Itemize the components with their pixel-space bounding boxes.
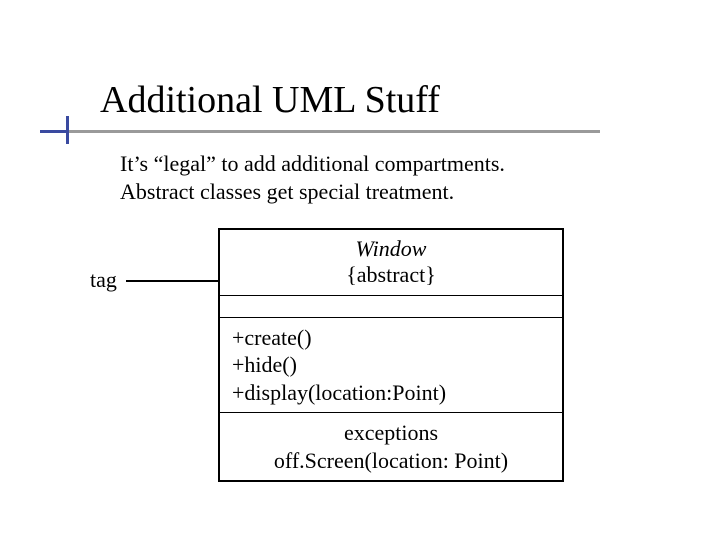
subtitle-line-1: It’s “legal” to add additional compartme…	[120, 150, 505, 178]
title-underline	[40, 130, 600, 133]
uml-extra-line: off.Screen(location: Point)	[232, 447, 550, 475]
uml-attributes-compartment	[220, 295, 562, 317]
subtitle-line-2: Abstract classes get special treatment.	[120, 178, 505, 206]
uml-class-box: Window {abstract} +create() +hide() +dis…	[218, 228, 564, 482]
uml-class-name: Window	[232, 236, 550, 262]
uml-operation: +hide()	[232, 351, 550, 379]
uml-extra-title: exceptions	[232, 419, 550, 447]
uml-class-constraint: {abstract}	[232, 262, 550, 288]
page-title: Additional UML Stuff	[100, 78, 440, 122]
subtitle-block: It’s “legal” to add additional compartme…	[120, 150, 505, 205]
tag-connector-line	[126, 280, 222, 282]
uml-operation: +create()	[232, 324, 550, 352]
uml-operations-compartment: +create() +hide() +display(location:Poin…	[220, 317, 562, 413]
title-tick	[66, 116, 69, 144]
uml-name-compartment: Window {abstract}	[220, 230, 562, 295]
uml-extra-compartment: exceptions off.Screen(location: Point)	[220, 412, 562, 480]
tag-label: tag	[90, 267, 117, 293]
title-accent	[40, 130, 68, 133]
uml-operation: +display(location:Point)	[232, 379, 550, 407]
